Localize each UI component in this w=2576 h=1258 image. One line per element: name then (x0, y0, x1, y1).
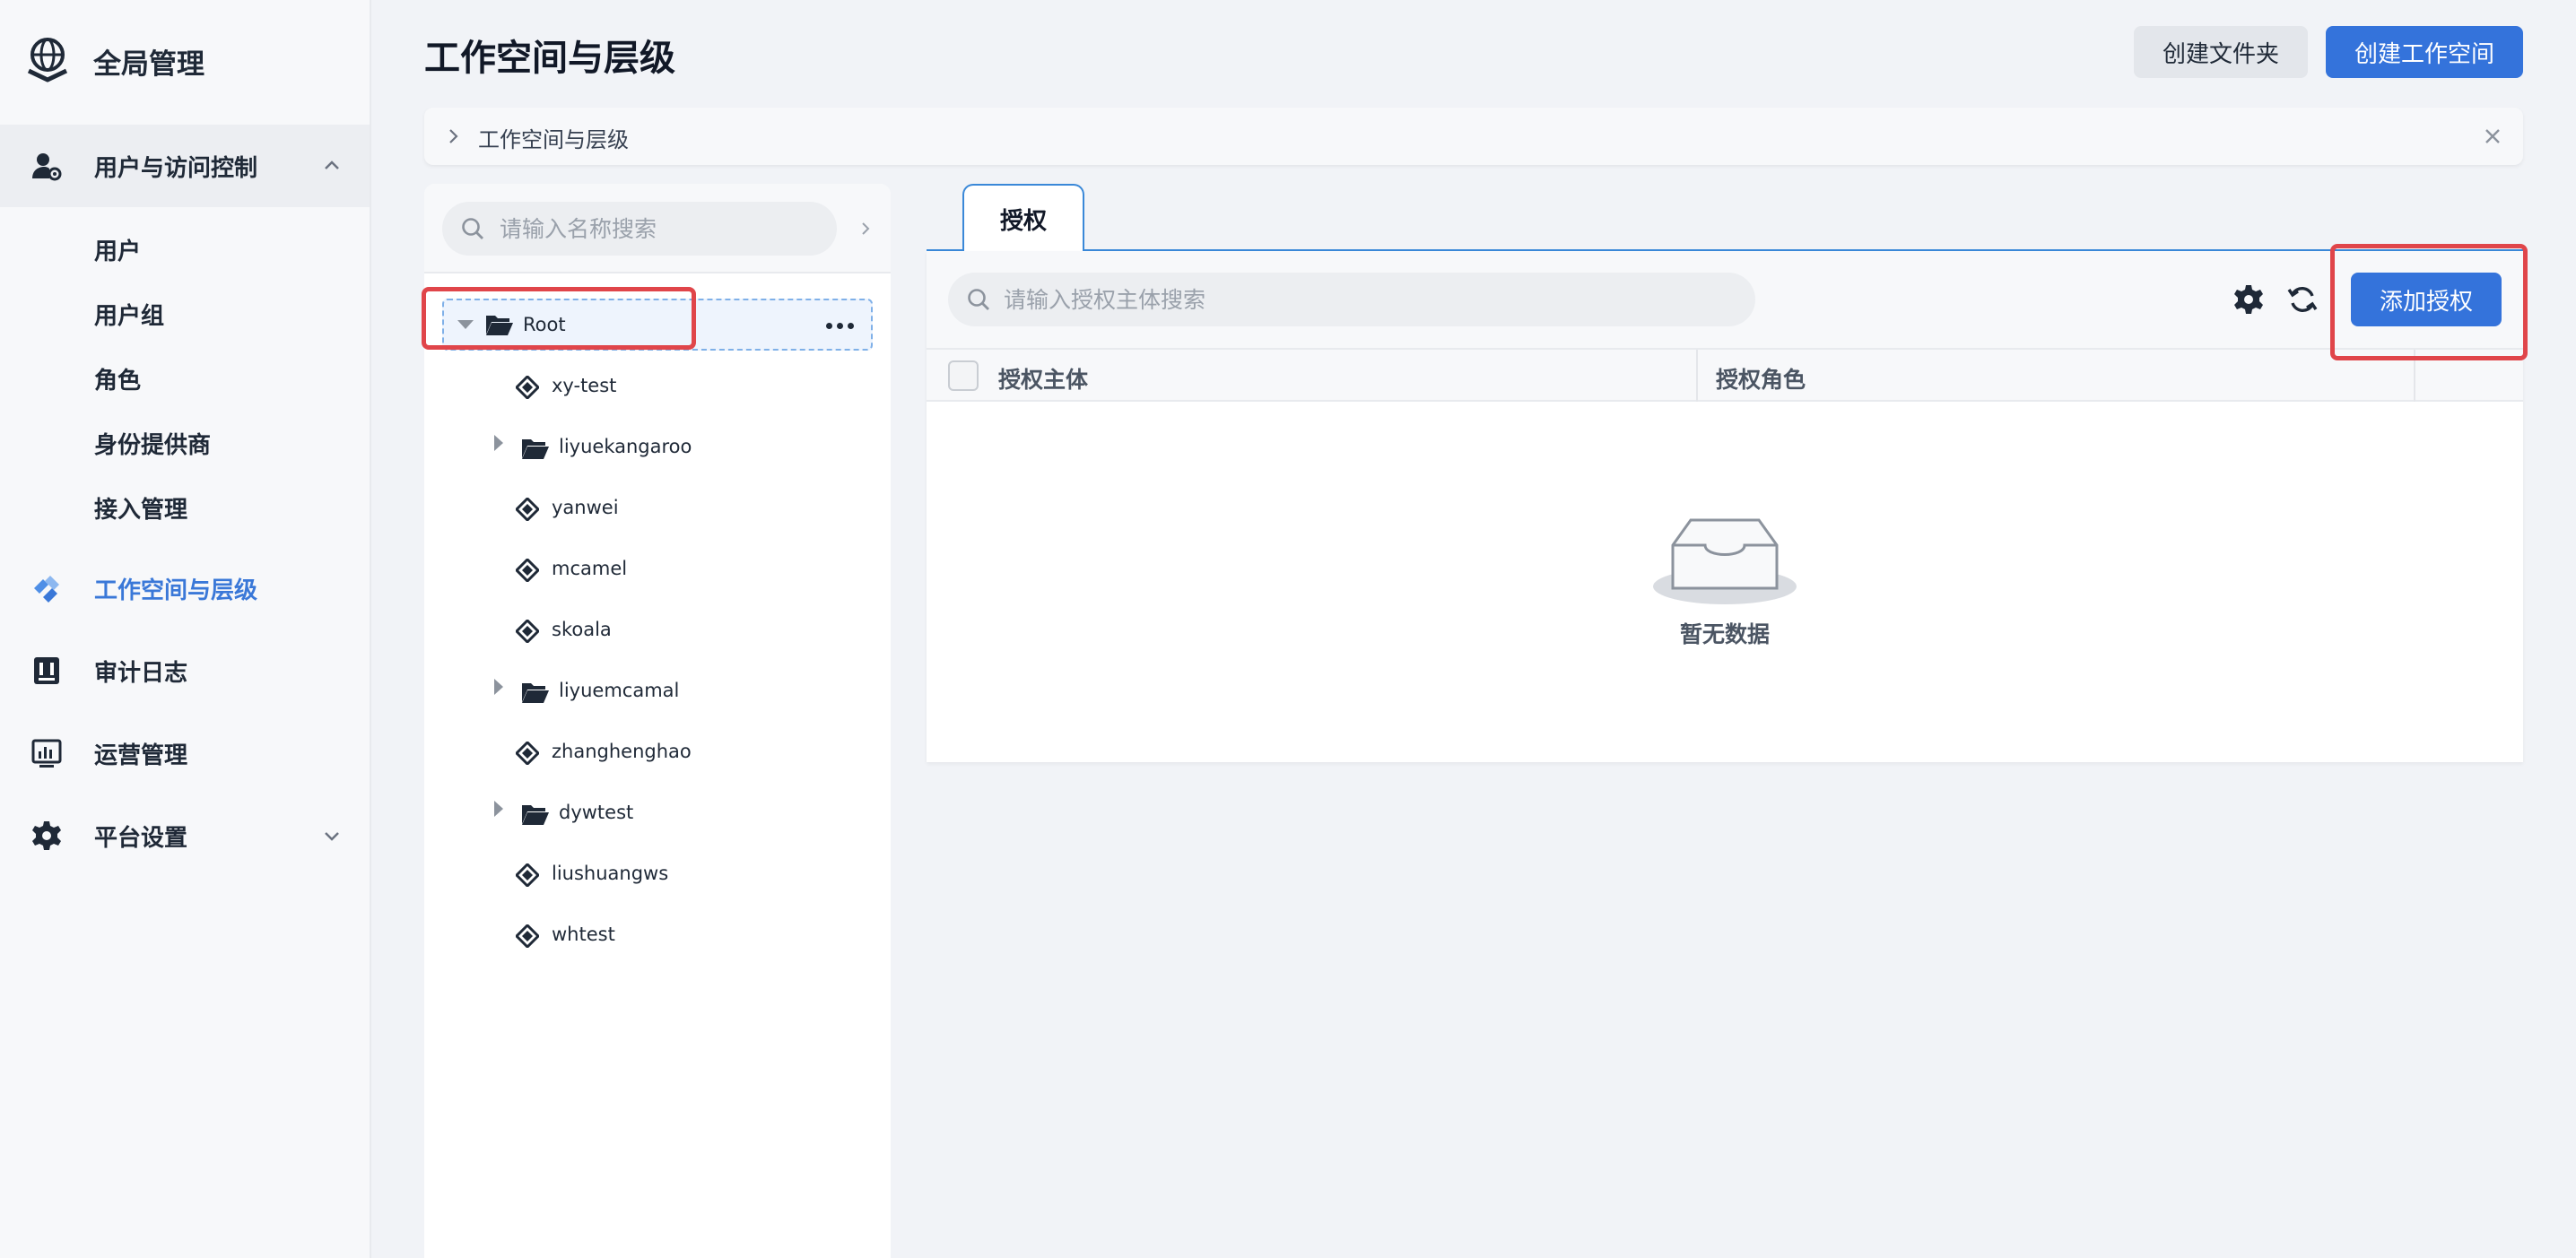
nav-item-workspace-label: 工作空间与层级 (94, 577, 258, 604)
tree-search-input[interactable] (442, 202, 837, 256)
authorization-search-input[interactable] (948, 273, 1755, 326)
tree-node-label[interactable]: dywtest (559, 802, 633, 823)
app-title: 全局管理 (93, 48, 205, 81)
search-icon (460, 216, 485, 241)
column-divider (1696, 350, 1698, 402)
audit-log-icon (29, 653, 65, 689)
nav-sub-item-users[interactable]: 用户 (94, 233, 141, 266)
caret-right-icon[interactable] (494, 679, 503, 695)
caret-right-icon[interactable] (494, 801, 503, 817)
tree-node-label[interactable]: liyuekangaroo (559, 436, 692, 457)
workspace-icon (514, 557, 541, 584)
tree-node-label[interactable]: mcamel (552, 558, 627, 579)
chevron-down-icon (321, 825, 343, 846)
authorization-card: 添加授权 授权主体 授权角色 暂无数据 (927, 251, 2523, 762)
sidebar: 全局管理 用户与访问控制 用户 用户组 角色 身份提供商 接入管理 工作空间与层… (0, 0, 371, 1258)
create-folder-button[interactable]: 创建文件夹 (2134, 26, 2308, 78)
chevron-right-icon[interactable] (442, 126, 464, 147)
tree-node-label[interactable]: liushuangws (552, 863, 668, 884)
nav-item-operations-label: 运营管理 (94, 742, 188, 769)
tree-node-label[interactable]: xy-test (552, 375, 616, 396)
brand[interactable]: 全局管理 (23, 34, 205, 88)
empty-state-text: 暂无数据 (1679, 621, 1770, 647)
workspace-icon (29, 570, 65, 606)
page-title: 工作空间与层级 (424, 38, 675, 79)
folder-open-icon (521, 803, 550, 826)
close-icon[interactable] (2482, 126, 2503, 147)
settings-gear-icon[interactable] (2232, 283, 2265, 316)
column-header-principal[interactable]: 授权主体 (998, 362, 1088, 395)
operations-chart-icon (29, 735, 65, 771)
nav-sub-item-access-management[interactable]: 接入管理 (94, 491, 187, 525)
nav-item-workspace[interactable]: 工作空间与层级 (0, 556, 370, 620)
workspace-icon (514, 618, 541, 645)
workspace-icon (514, 740, 541, 767)
workspace-icon (514, 374, 541, 401)
create-workspace-button[interactable]: 创建工作空间 (2326, 26, 2523, 78)
folder-open-icon (521, 437, 550, 460)
nav-sub-item-identity-providers[interactable]: 身份提供商 (94, 427, 211, 460)
chevron-up-icon (321, 155, 343, 177)
workspace-icon (514, 862, 541, 889)
column-header-role[interactable]: 授权角色 (1716, 362, 1806, 395)
refresh-icon[interactable] (2286, 283, 2319, 316)
user-gear-icon (29, 148, 65, 184)
search-icon (966, 287, 991, 312)
toolbar: 添加授权 (927, 251, 2523, 348)
workspace-icon (514, 496, 541, 523)
nav-item-platform-settings-label: 平台设置 (94, 824, 188, 852)
table-header: 授权主体 授权角色 (927, 348, 2523, 402)
globe-logo-icon (23, 35, 72, 87)
tree-node-label[interactable]: whtest (552, 924, 615, 945)
tree-node-label[interactable]: zhanghenghao (552, 741, 692, 762)
tree-node-label[interactable]: liyuemcamal (559, 680, 679, 701)
caret-right-icon[interactable] (494, 435, 503, 451)
highlight-root-node (422, 287, 696, 350)
tree-node-label[interactable]: yanwei (552, 497, 619, 518)
more-options-icon[interactable] (826, 323, 854, 329)
breadcrumb: 工作空间与层级 (424, 108, 2523, 165)
nav-item-audit-log-label: 审计日志 (94, 659, 188, 687)
gear-icon (29, 818, 65, 854)
nav-sub-item-user-groups[interactable]: 用户组 (94, 298, 164, 331)
nav-group-label: 用户与访问控制 (94, 154, 258, 182)
nav-group-user-access[interactable]: 用户与访问控制 (0, 125, 370, 207)
nav-sub-item-roles[interactable]: 角色 (94, 362, 141, 395)
breadcrumb-text[interactable]: 工作空间与层级 (478, 122, 629, 153)
nav-item-audit-log[interactable]: 审计日志 (0, 638, 370, 703)
nav-item-platform-settings[interactable]: 平台设置 (0, 803, 370, 868)
tab-authorization[interactable]: 授权 (962, 184, 1084, 252)
chevron-right-icon[interactable] (857, 220, 875, 238)
nav-item-operations[interactable]: 运营管理 (0, 721, 370, 785)
workspace-icon (514, 923, 541, 950)
tree-search-bar (424, 184, 891, 273)
select-all-checkbox[interactable] (948, 360, 979, 391)
empty-inbox-icon (1649, 511, 1800, 610)
folder-open-icon (521, 681, 550, 704)
highlight-add-authorization (2330, 244, 2528, 360)
tree-node-label[interactable]: skoala (552, 619, 612, 640)
